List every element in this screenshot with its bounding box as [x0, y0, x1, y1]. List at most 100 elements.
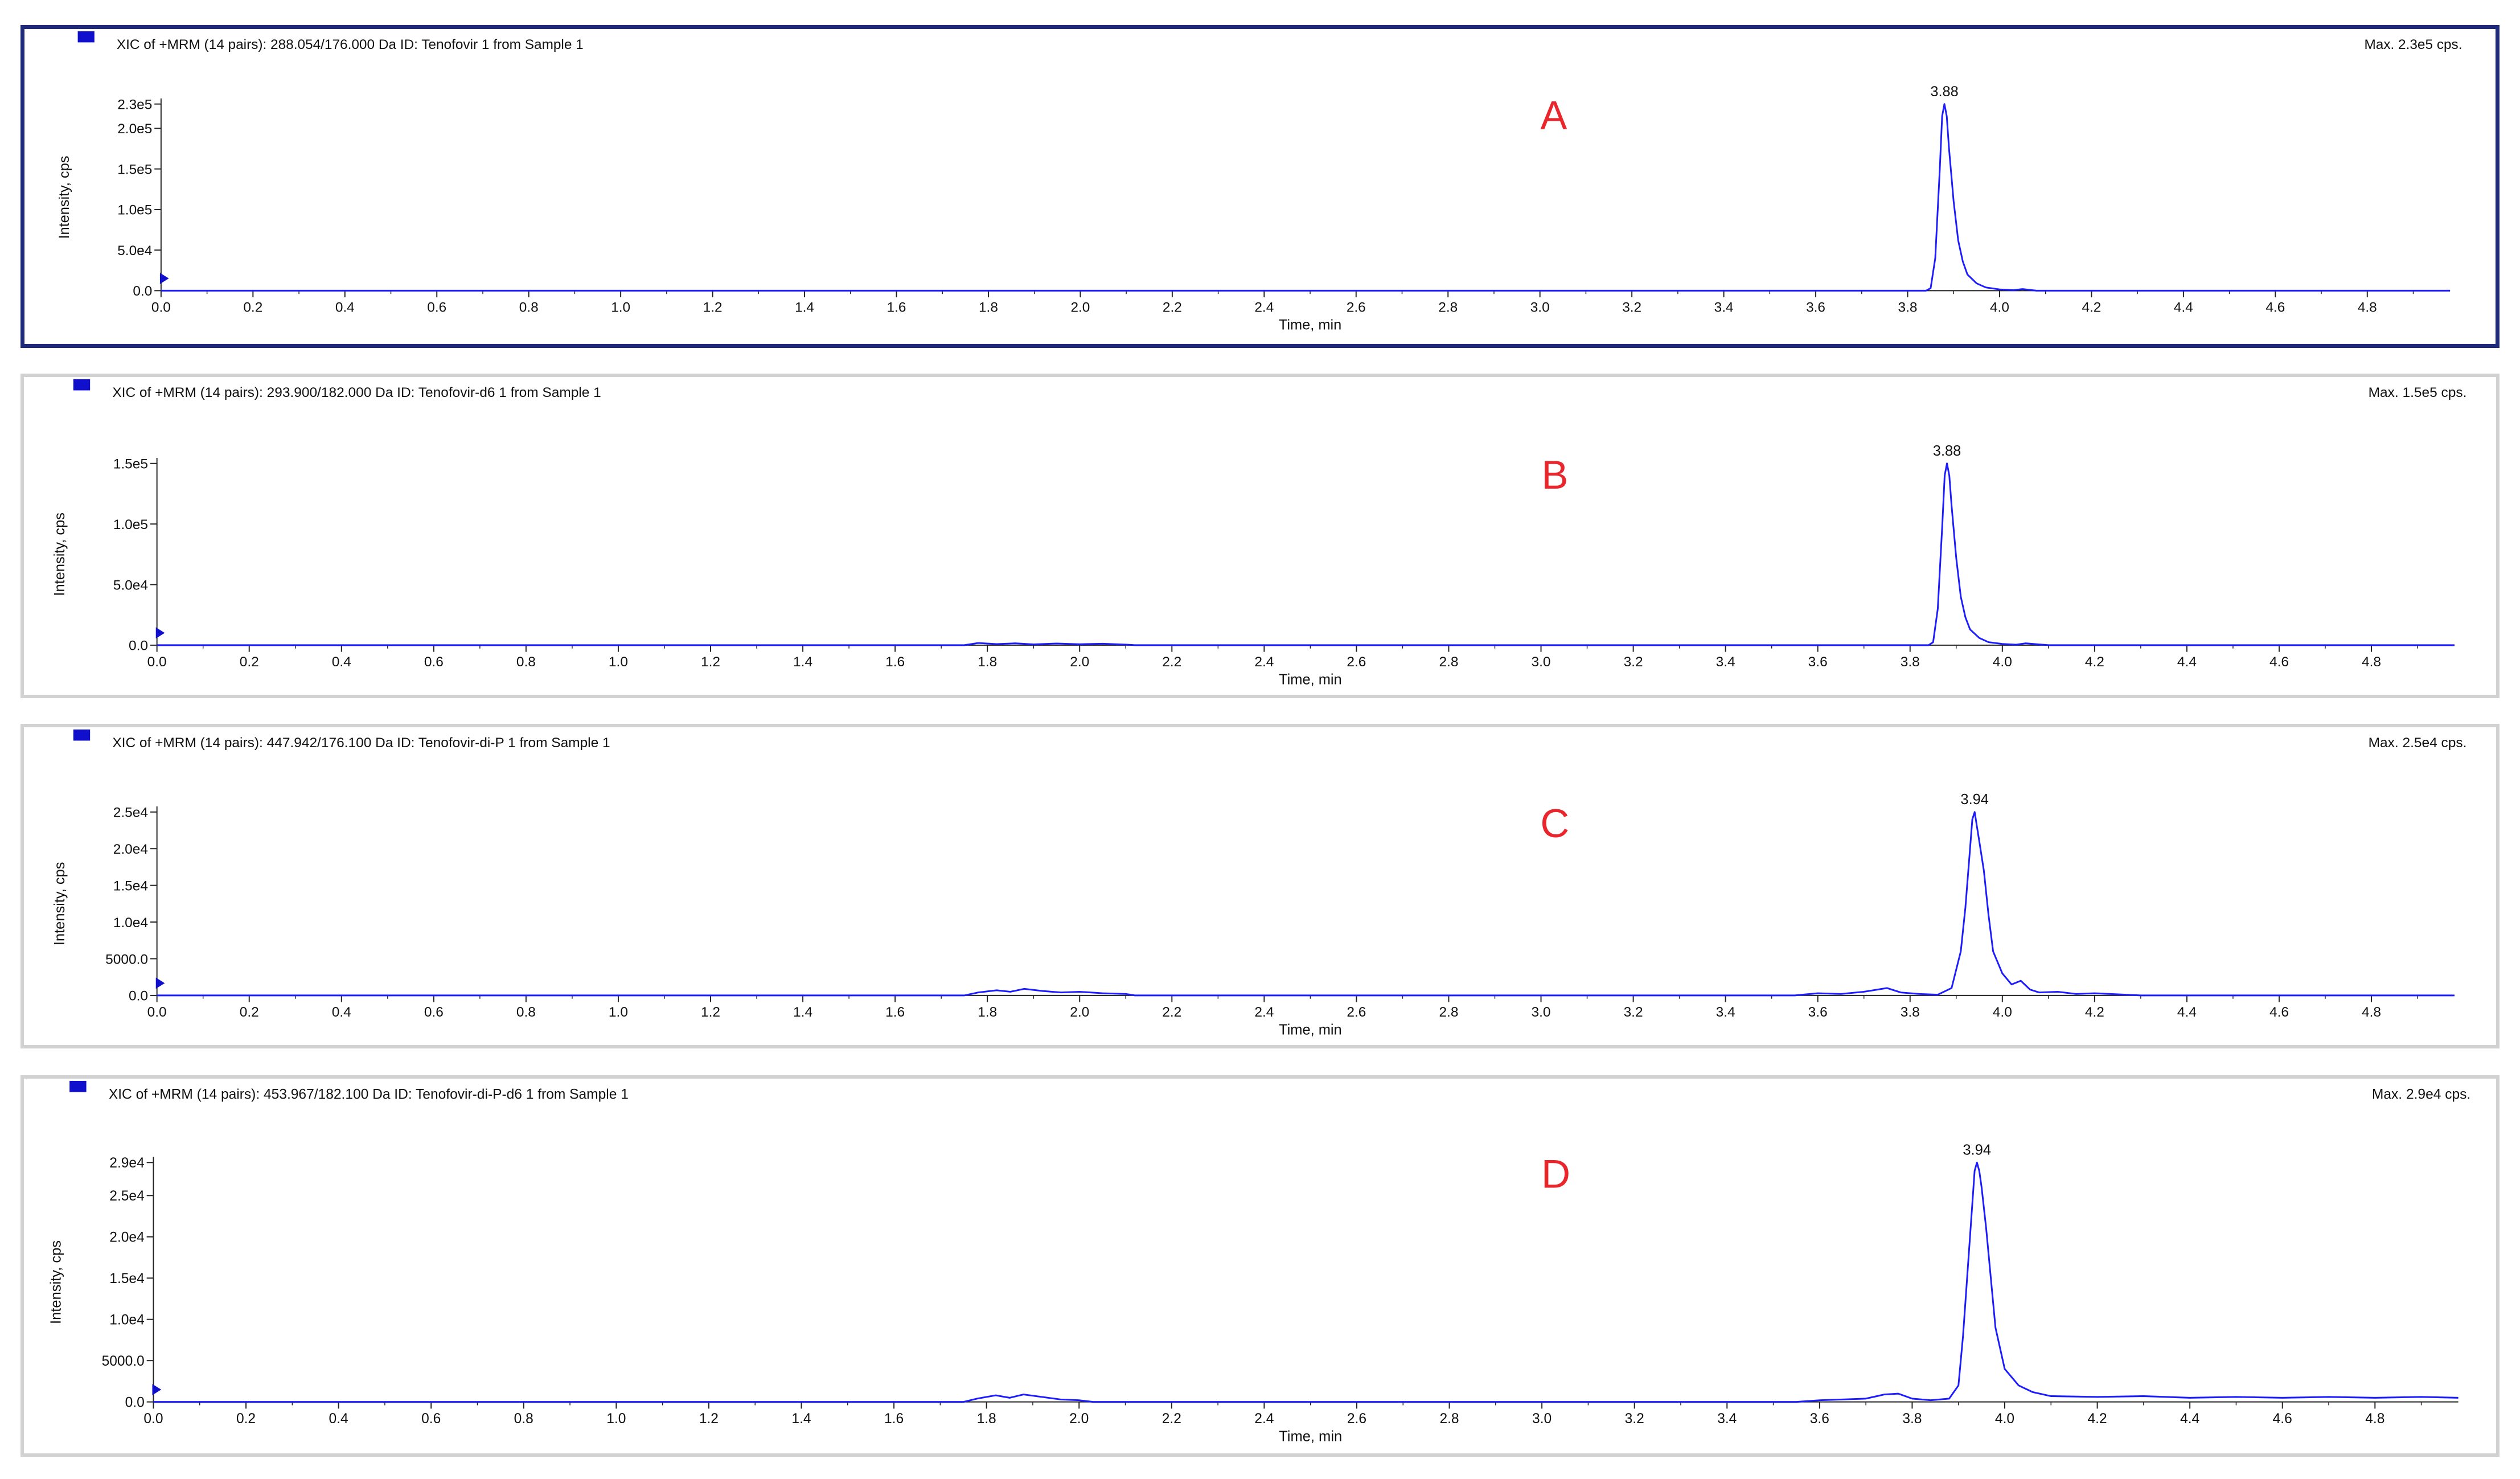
panel-letter-c: C	[1540, 801, 1569, 846]
y-tick-label: 0.0	[125, 1395, 145, 1410]
x-tick-label: 3.4	[1716, 1005, 1735, 1020]
chromatogram-header: XIC of +MRM (14 pairs): 288.054/176.000 …	[117, 37, 584, 52]
x-tick-label: 3.2	[1625, 1411, 1644, 1427]
x-tick-label: 0.8	[516, 654, 536, 670]
x-tick-label: 0.4	[335, 300, 355, 315]
x-tick-label: 2.8	[1439, 654, 1458, 670]
x-tick-label: 1.0	[611, 300, 630, 315]
x-tick-label: 4.2	[2082, 300, 2101, 315]
x-tick-label: 2.4	[1254, 300, 1274, 315]
y-tick-label: 5.0e4	[117, 243, 152, 259]
x-tick-label: 0.4	[329, 1411, 348, 1427]
x-tick-label: 3.0	[1532, 654, 1551, 670]
x-tick-label: 3.6	[1806, 300, 1825, 315]
x-tick-label: 3.0	[1532, 1411, 1552, 1427]
x-tick-label: 3.6	[1810, 1411, 1829, 1427]
x-tick-label: 2.2	[1162, 654, 1181, 670]
peak-retention-label: 3.94	[1963, 1142, 1991, 1158]
legend-square-icon	[69, 1080, 87, 1092]
y-tick-label: 1.0e4	[113, 915, 148, 931]
y-tick-label: 2.0e4	[113, 842, 148, 857]
x-tick-label: 1.0	[606, 1411, 626, 1427]
max-intensity-label: Max. 2.9e4 cps.	[2372, 1087, 2470, 1102]
x-tick-label: 2.0	[1070, 300, 1090, 315]
y-tick-label: 1.0e4	[109, 1313, 144, 1328]
chromatogram-plot-d: XIC of +MRM (14 pairs): 453.967/182.100 …	[48, 1080, 2470, 1444]
chromatogram-trace-c	[157, 811, 2455, 997]
x-tick-label: 1.0	[609, 654, 628, 670]
chromatogram-header: XIC of +MRM (14 pairs): 453.967/182.100 …	[109, 1087, 629, 1102]
legend-square-icon	[73, 729, 91, 741]
cursor-marker-icon[interactable]	[152, 1384, 162, 1395]
x-tick-label: 3.4	[1717, 1411, 1737, 1427]
x-tick-label: 2.6	[1347, 1411, 1366, 1427]
chromatogram-panel-d[interactable]: XIC of +MRM (14 pairs): 453.967/182.100 …	[20, 1075, 2500, 1457]
chromatogram-plot-c: XIC of +MRM (14 pairs): 447.942/176.100 …	[52, 729, 2467, 1038]
chromatogram-plot-a: XIC of +MRM (14 pairs): 288.054/176.000 …	[56, 31, 2462, 333]
max-intensity-label: Max. 2.3e5 cps.	[2364, 37, 2462, 52]
x-tick-label: 2.8	[1438, 300, 1458, 315]
x-tick-label: 1.0	[609, 1005, 628, 1020]
x-tick-label: 4.8	[2362, 1005, 2381, 1020]
x-tick-label: 4.0	[1993, 1005, 2012, 1020]
x-tick-label: 0.0	[147, 654, 167, 670]
chromatogram-header: XIC of +MRM (14 pairs): 447.942/176.100 …	[112, 735, 610, 751]
x-tick-label: 1.4	[793, 1005, 812, 1020]
y-axis-title: Intensity, cps	[52, 513, 68, 596]
x-tick-label: 4.8	[2365, 1411, 2384, 1427]
panel-letter-b: B	[1541, 452, 1568, 497]
x-tick-label: 1.4	[795, 300, 814, 315]
x-tick-label: 2.6	[1347, 654, 1366, 670]
panel-letter-a: A	[1540, 93, 1567, 138]
cursor-marker-icon[interactable]	[155, 627, 165, 639]
y-axis-title: Intensity, cps	[52, 862, 68, 946]
legend-square-icon	[77, 31, 95, 43]
x-tick-label: 4.8	[2362, 654, 2381, 670]
chromatogram-panel-c[interactable]: XIC of +MRM (14 pairs): 447.942/176.100 …	[20, 724, 2500, 1048]
y-tick-label: 0.0	[133, 284, 152, 299]
x-tick-label: 3.2	[1624, 1005, 1643, 1020]
x-tick-label: 1.8	[979, 300, 998, 315]
x-tick-label: 0.8	[516, 1005, 536, 1020]
x-tick-label: 4.4	[2174, 300, 2193, 315]
chromatogram-header: XIC of +MRM (14 pairs): 293.900/182.000 …	[112, 385, 601, 400]
cursor-marker-icon[interactable]	[155, 977, 165, 989]
x-tick-label: 4.4	[2177, 1005, 2197, 1020]
x-tick-label: 3.4	[1716, 654, 1735, 670]
y-axis-title: Intensity, cps	[56, 156, 72, 239]
x-tick-label: 1.4	[793, 654, 812, 670]
y-tick-label: 2.5e4	[109, 1189, 144, 1204]
chromatogram-plot-b: XIC of +MRM (14 pairs): 293.900/182.000 …	[52, 379, 2466, 687]
x-tick-label: 4.6	[2269, 1005, 2289, 1020]
x-tick-label: 3.8	[1898, 300, 1918, 315]
y-tick-label: 2.0e4	[109, 1230, 144, 1246]
x-tick-label: 2.2	[1162, 1005, 1181, 1020]
x-tick-label: 2.4	[1254, 1005, 1274, 1020]
chromatogram-panel-b[interactable]: XIC of +MRM (14 pairs): 293.900/182.000 …	[20, 374, 2500, 698]
x-axis-title: Time, min	[1279, 1428, 1342, 1444]
x-tick-label: 0.8	[514, 1411, 533, 1427]
x-tick-label: 4.6	[2273, 1411, 2292, 1427]
chromatogram-panel-a[interactable]: XIC of +MRM (14 pairs): 288.054/176.000 …	[20, 25, 2500, 348]
x-tick-label: 3.2	[1622, 300, 1641, 315]
x-tick-label: 3.2	[1624, 654, 1643, 670]
x-tick-label: 4.8	[2358, 300, 2377, 315]
x-tick-label: 2.4	[1254, 654, 1274, 670]
x-tick-label: 4.0	[1993, 654, 2012, 670]
y-tick-label: 1.0e5	[113, 517, 148, 532]
y-tick-label: 1.5e4	[109, 1271, 144, 1287]
y-tick-label: 5000.0	[105, 952, 148, 967]
x-tick-label: 3.8	[1901, 1005, 1920, 1020]
cursor-marker-icon[interactable]	[159, 273, 169, 284]
max-intensity-label: Max. 2.5e4 cps.	[2369, 735, 2467, 751]
x-tick-label: 0.2	[240, 654, 259, 670]
x-tick-label: 0.0	[151, 300, 171, 315]
x-tick-label: 2.8	[1439, 1005, 1458, 1020]
x-tick-label: 1.2	[699, 1411, 719, 1427]
x-tick-label: 2.6	[1347, 300, 1366, 315]
x-tick-label: 0.4	[332, 654, 351, 670]
x-axis-title: Time, min	[1279, 671, 1342, 687]
x-tick-label: 1.6	[884, 1411, 904, 1427]
x-tick-label: 4.2	[2085, 1005, 2104, 1020]
peak-retention-label: 3.94	[1960, 792, 1989, 808]
